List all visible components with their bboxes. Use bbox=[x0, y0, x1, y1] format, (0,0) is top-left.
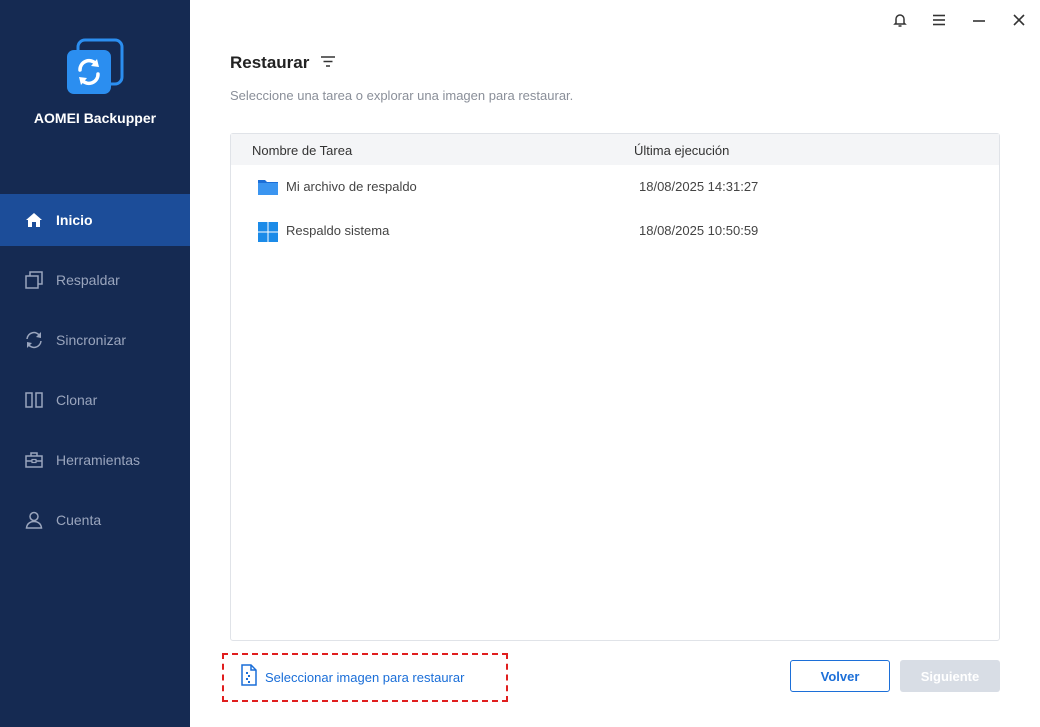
close-icon[interactable] bbox=[1008, 9, 1030, 31]
sidebar-item-label: Sincronizar bbox=[56, 332, 127, 348]
task-table: Nombre de Tarea Última ejecución Mi arch… bbox=[230, 133, 1000, 641]
sidebar-item-sincronizar[interactable]: Sincronizar bbox=[0, 314, 190, 366]
back-button[interactable]: Volver bbox=[790, 660, 890, 692]
file-image-icon bbox=[240, 664, 258, 691]
row-last-run: 18/08/2025 10:50:59 bbox=[639, 223, 759, 238]
bell-icon[interactable] bbox=[889, 9, 911, 31]
page-subtitle: Seleccione una tarea o explorar una imag… bbox=[230, 88, 574, 103]
toolbox-icon bbox=[24, 450, 44, 470]
windows-icon bbox=[257, 221, 279, 242]
sidebar: AOMEI Backupper Inicio Respaldar Sincron… bbox=[0, 0, 190, 727]
sidebar-item-clonar[interactable]: Clonar bbox=[0, 374, 190, 426]
table-header: Nombre de Tarea Última ejecución bbox=[231, 134, 999, 165]
user-icon bbox=[24, 510, 44, 530]
sidebar-item-label: Respaldar bbox=[56, 272, 120, 288]
sync-icon bbox=[24, 330, 44, 350]
row-last-run: 18/08/2025 14:31:27 bbox=[639, 179, 759, 194]
app-logo-icon bbox=[64, 38, 126, 100]
sidebar-item-cuenta[interactable]: Cuenta bbox=[0, 494, 190, 546]
filter-icon[interactable] bbox=[320, 55, 336, 69]
sidebar-item-herramientas[interactable]: Herramientas bbox=[0, 434, 190, 486]
app-name: AOMEI Backupper bbox=[33, 110, 157, 126]
folder-icon bbox=[257, 177, 279, 197]
row-task-name: Mi archivo de respaldo bbox=[286, 179, 417, 194]
next-button[interactable]: Siguiente bbox=[900, 660, 1000, 692]
sidebar-item-label: Cuenta bbox=[56, 512, 102, 528]
minimize-icon[interactable] bbox=[968, 9, 990, 31]
clone-icon bbox=[24, 390, 44, 410]
table-row[interactable]: Mi archivo de respaldo 18/08/2025 14:31:… bbox=[231, 165, 999, 209]
backup-icon bbox=[24, 270, 44, 290]
column-header-name: Nombre de Tarea bbox=[252, 143, 353, 158]
table-row[interactable]: Respaldo sistema 18/08/2025 10:50:59 bbox=[231, 209, 999, 253]
sidebar-nav: Inicio Respaldar Sincronizar Clonar Herr… bbox=[0, 194, 190, 554]
sidebar-item-respaldar[interactable]: Respaldar bbox=[0, 254, 190, 306]
select-image-link[interactable]: Seleccionar imagen para restaurar bbox=[222, 653, 508, 702]
page-title: Restaurar bbox=[230, 53, 310, 72]
column-header-last-run: Última ejecución bbox=[634, 143, 730, 158]
sidebar-item-label: Inicio bbox=[56, 212, 93, 228]
row-task-name: Respaldo sistema bbox=[286, 223, 390, 238]
sidebar-item-inicio[interactable]: Inicio bbox=[0, 194, 190, 246]
select-image-label: Seleccionar imagen para restaurar bbox=[265, 670, 465, 685]
sidebar-item-label: Clonar bbox=[56, 392, 98, 408]
home-icon bbox=[24, 210, 44, 230]
sidebar-item-label: Herramientas bbox=[56, 452, 141, 468]
menu-icon[interactable] bbox=[928, 9, 950, 31]
